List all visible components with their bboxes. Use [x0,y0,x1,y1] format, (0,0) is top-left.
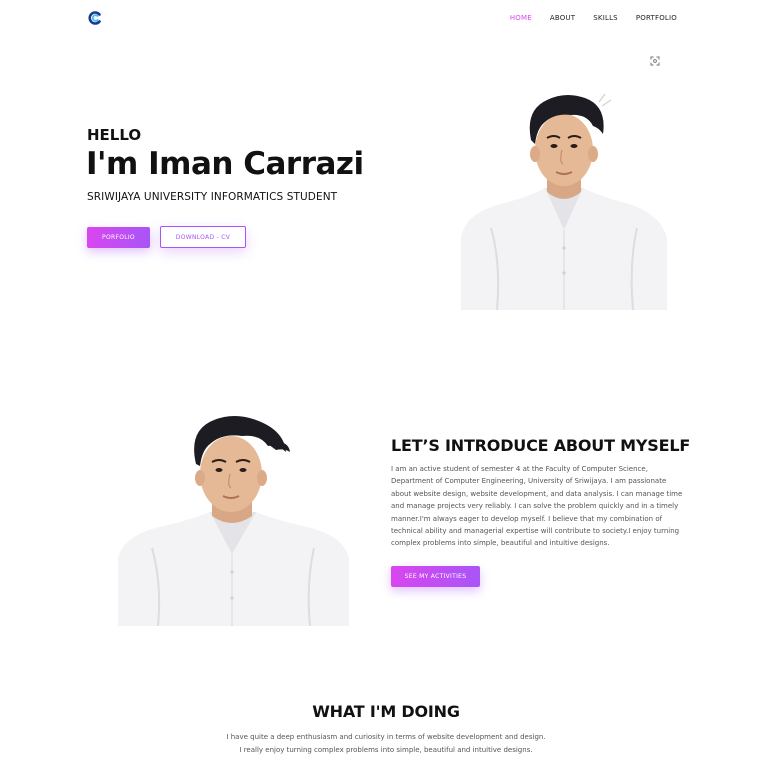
hero-portrait-photo [461,88,667,310]
download-cv-button[interactable]: DOWNLOAD - CV [160,226,246,248]
scan-icon[interactable] [650,56,660,66]
main-nav: HOME ABOUT SKILLS PORTFOLIO [510,14,677,22]
about-portrait-photo [118,408,349,626]
hero-subtitle: SRIWIJAYA UNIVERSITY INFORMATICS STUDENT [87,191,338,203]
doing-title: WHAT I'M DOING [312,702,460,721]
about-paragraph: I am an active student of semester 4 at … [391,465,683,548]
nav-about[interactable]: ABOUT [550,14,575,22]
doing-description: I have quite a deep enthusiasm and curio… [0,731,772,756]
nav-skills[interactable]: SKILLS [593,14,618,22]
logo-icon[interactable] [88,11,102,25]
doing-line-2: I really enjoy turning complex problems … [239,745,533,754]
nav-portfolio[interactable]: PORTFOLIO [636,14,677,22]
nav-home[interactable]: HOME [510,14,532,22]
about-title: LET’S INTRODUCE ABOUT MYSELF [391,436,691,455]
portfolio-button[interactable]: PORFOLIO [87,227,150,248]
hero-hello: HELLO [87,126,142,144]
see-activities-button[interactable]: SEE MY ACTIVITIES [391,566,480,587]
doing-line-1: I have quite a deep enthusiasm and curio… [226,733,546,741]
hero-name: I'm Iman Carrazi [86,146,364,182]
